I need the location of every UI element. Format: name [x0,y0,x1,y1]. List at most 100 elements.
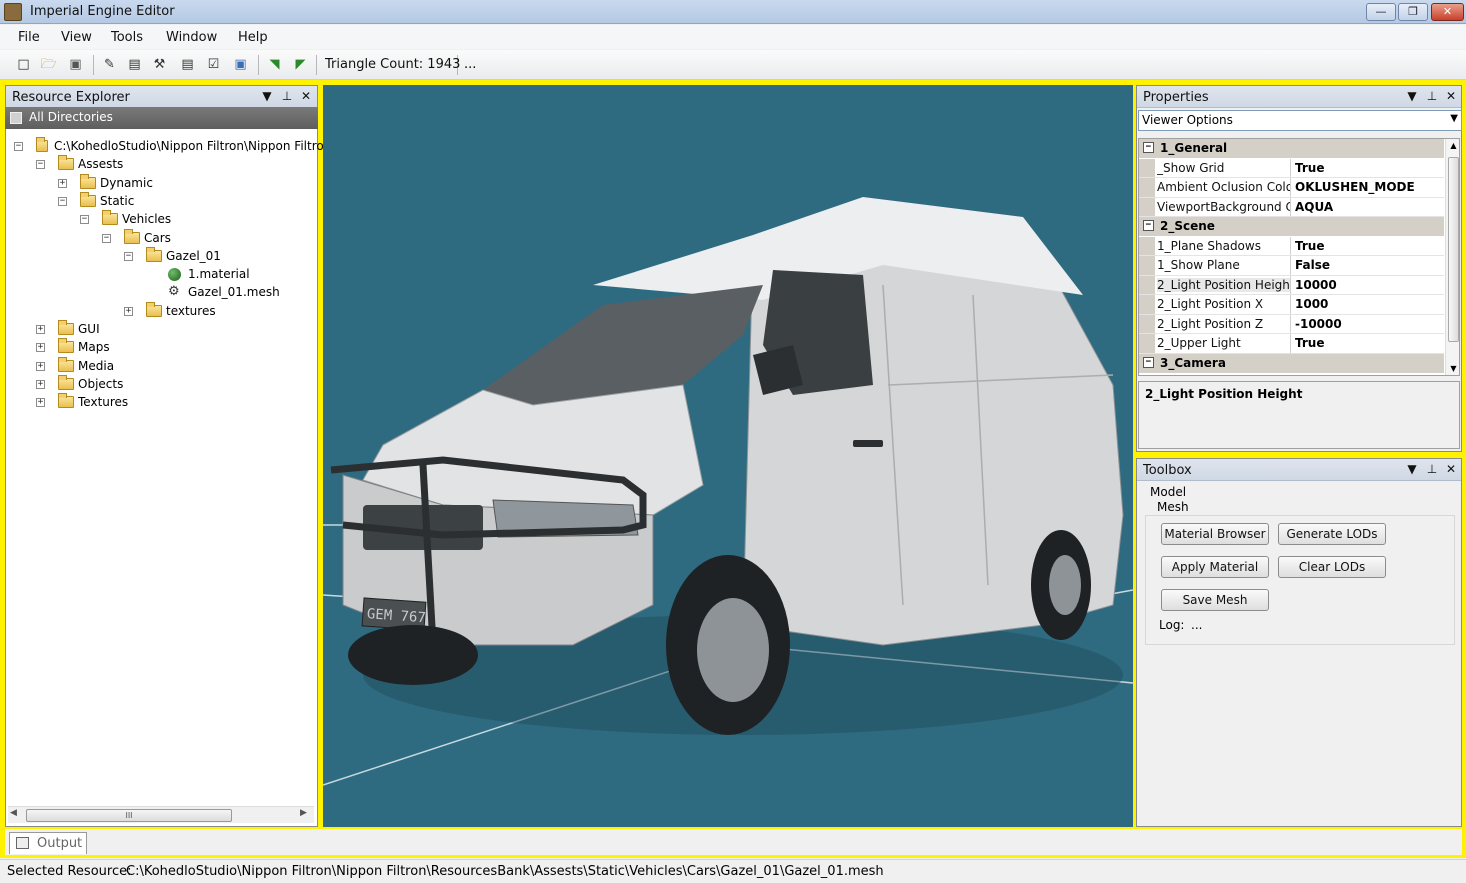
scroll-thumb[interactable] [1448,157,1459,342]
collapse-icon[interactable]: − [58,196,67,206]
all-directories-checkbox[interactable] [10,112,22,124]
property-row[interactable]: _Show Grid True [1139,158,1444,178]
chevron-down-icon[interactable]: ▼ [1450,113,1458,124]
tree-node[interactable]: 1.material [146,267,310,285]
menu-file[interactable]: File [18,30,40,45]
property-value[interactable]: OKLUSHEN_MODE [1295,180,1415,194]
tree-node[interactable]: + Textures [36,393,310,413]
generate-lods-button[interactable]: Generate LODs [1278,523,1386,545]
collapse-icon[interactable]: − [1143,356,1154,368]
tree-node[interactable]: + GUI [36,320,310,340]
list-icon[interactable]: ▤ [179,56,196,73]
tree-node[interactable]: − Cars [102,228,310,249]
tree-node[interactable]: + Media [36,356,310,377]
expand-icon[interactable]: + [36,325,45,334]
import-icon[interactable]: ◥ [266,56,283,73]
pin-icon[interactable]: ⊥ [1425,462,1439,476]
menu-help[interactable]: Help [238,30,268,45]
property-value[interactable]: True [1295,161,1324,175]
scroll-right-icon[interactable]: ▶ [300,808,307,818]
new-file-icon[interactable]: □ [15,56,32,73]
property-row[interactable]: 2_Light Position Height 10000 [1139,275,1444,295]
property-value[interactable]: True [1295,239,1324,253]
collapse-icon[interactable]: − [14,142,23,151]
tree-node[interactable]: − Gazel_01 [124,246,310,267]
tools-icon[interactable]: ⚒ [151,56,168,73]
scroll-left-icon[interactable]: ◀ [10,808,17,818]
dropdown-icon[interactable]: ▼ [1405,89,1419,103]
object-selector[interactable]: Viewer Options ▼ [1138,110,1462,131]
properties-icon[interactable]: ▤ [126,56,143,73]
pin-icon[interactable]: ⊥ [280,89,294,103]
scroll-up-icon[interactable]: ▲ [1446,141,1459,150]
image-icon[interactable]: ▣ [232,56,249,73]
menu-tools[interactable]: Tools [111,30,143,45]
expand-icon[interactable]: + [36,361,45,371]
collapse-icon[interactable]: − [36,160,45,170]
property-row[interactable]: 1_Plane Shadows True [1139,236,1444,256]
scroll-thumb[interactable]: III [26,809,232,822]
expand-icon[interactable]: + [36,343,45,353]
property-row[interactable]: Ambient Oclusion Color OKLUSHEN_MODE [1139,178,1444,198]
tree-node[interactable]: ⚙ Gazel_01.mesh [146,285,310,303]
property-category[interactable]: −3_Camera [1139,353,1444,373]
dropdown-icon[interactable]: ▼ [260,89,274,103]
tree-node[interactable]: − C:\KohedloStudio\Nippon Filtron\Nippon … [14,137,331,157]
expand-icon[interactable]: + [58,178,67,188]
property-row[interactable]: 2_Light Position X 1000 [1139,295,1444,315]
expand-icon[interactable]: + [36,398,45,408]
horizontal-scrollbar[interactable]: ◀ III ▶ [8,806,314,823]
delete-icon[interactable]: ✎ [101,56,118,73]
tree-node[interactable]: − Assests [36,155,310,175]
property-row[interactable]: 2_Light Position Z -10000 [1139,314,1444,334]
property-row[interactable]: 2_Upper Light True [1139,334,1444,354]
close-icon[interactable]: ✕ [299,89,313,103]
property-value[interactable]: 1000 [1295,297,1328,311]
maximize-button[interactable]: ❐ [1398,3,1428,21]
menu-window[interactable]: Window [166,30,217,45]
collapse-icon[interactable]: − [1143,142,1154,153]
close-icon[interactable]: ✕ [1444,89,1458,103]
open-folder-icon[interactable]: 🗁 [40,56,57,73]
apply-material-button[interactable]: Apply Material [1161,556,1269,578]
property-value[interactable]: AQUA [1295,200,1333,214]
menu-view[interactable]: View [61,30,92,45]
minimize-button[interactable]: — [1366,3,1396,21]
collapse-icon[interactable]: − [124,251,133,261]
property-value[interactable]: 10000 [1295,278,1337,292]
collapse-icon[interactable]: − [102,233,111,243]
property-category[interactable]: −1_General [1139,139,1444,158]
tree-node[interactable]: + Maps [36,338,310,358]
pin-icon[interactable]: ⊥ [1425,89,1439,103]
expand-icon[interactable]: + [124,306,133,316]
output-tab[interactable]: Output [9,832,87,854]
tree-node[interactable]: − Static [58,191,310,212]
property-row[interactable]: 1_Show Plane False [1139,256,1444,276]
tree-node[interactable]: + Objects [36,374,310,395]
export-icon[interactable]: ◤ [292,56,309,73]
property-value[interactable]: True [1295,336,1324,350]
tree-node[interactable]: + Dynamic [58,173,310,194]
all-directories-bar[interactable]: All Directories [5,107,318,129]
property-value[interactable]: -10000 [1295,317,1342,331]
scroll-down-icon[interactable]: ▼ [1446,364,1459,373]
close-button[interactable]: ✕ [1431,3,1464,21]
tree-node[interactable]: + textures [124,301,310,322]
checklist-icon[interactable]: ☑ [205,56,222,73]
property-row[interactable]: ViewportBackground Co AQUA [1139,197,1444,217]
toolbar-overflow[interactable]: ... [464,57,476,72]
save-mesh-button[interactable]: Save Mesh [1161,589,1269,611]
save-icon[interactable]: ▣ [67,56,84,73]
3d-viewport[interactable]: GEM 767 [323,85,1133,827]
collapse-icon[interactable]: − [1143,220,1154,231]
property-grid-scrollbar[interactable]: ▲ ▼ [1445,139,1459,375]
property-category[interactable]: −2_Scene [1139,217,1444,236]
expand-icon[interactable]: + [36,379,45,389]
close-icon[interactable]: ✕ [1444,462,1458,476]
collapse-icon[interactable]: − [80,215,89,225]
property-value[interactable]: False [1295,258,1330,272]
dropdown-icon[interactable]: ▼ [1405,462,1419,476]
material-browser-button[interactable]: Material Browser [1161,523,1269,545]
tree-node[interactable]: − Vehicles [80,210,310,230]
clear-lods-button[interactable]: Clear LODs [1278,556,1386,578]
